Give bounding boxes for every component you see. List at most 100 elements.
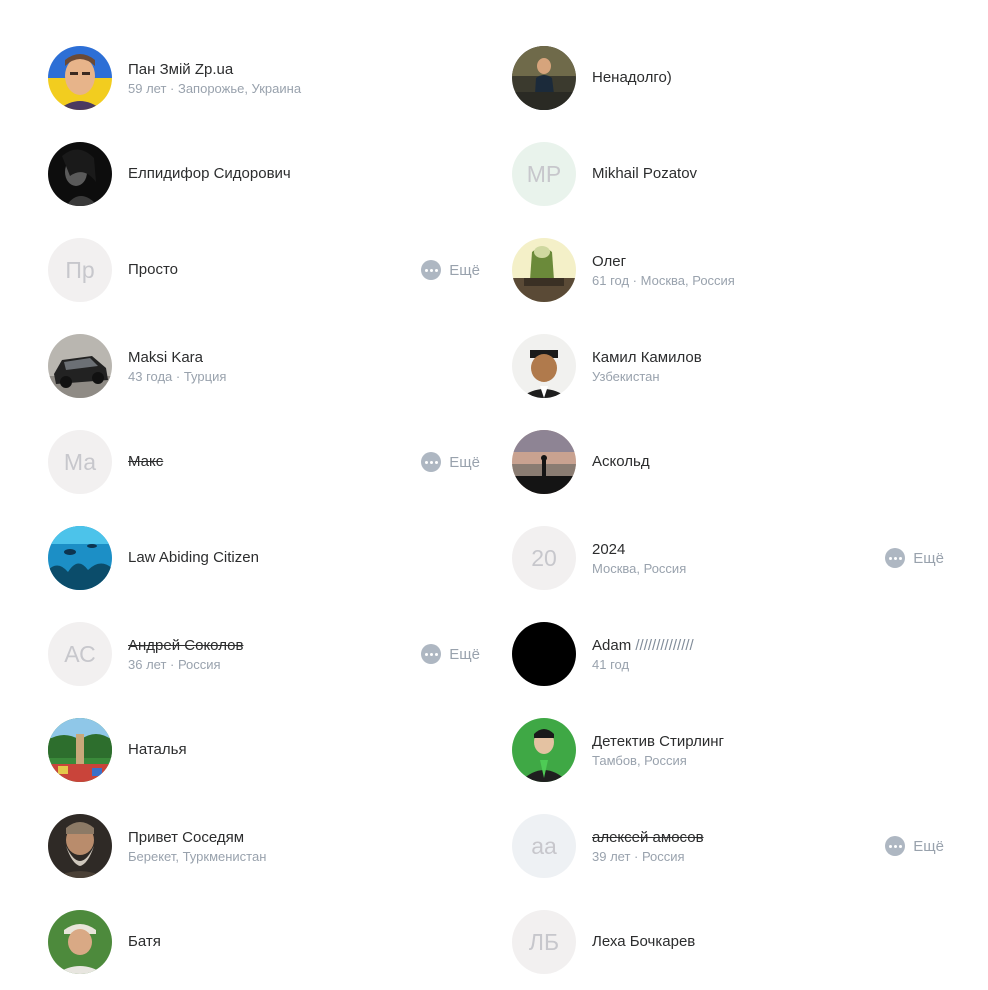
friend-name[interactable]: Елпидифор Сидорович — [128, 164, 291, 184]
friend-info: Law Abiding Citizen — [128, 548, 259, 568]
friend-row[interactable]: Ма Макс Ещё — [48, 414, 480, 510]
friend-info: Макс — [128, 452, 163, 472]
photo-man-outdoors-icon — [48, 910, 112, 974]
friend-name[interactable]: Привет Соседям — [128, 828, 266, 848]
more-label: Ещё — [449, 261, 480, 279]
friend-row[interactable]: ЛБ Леха Бочкарев — [512, 894, 944, 990]
friend-name[interactable]: Детектив Стирлинг — [592, 732, 724, 752]
friend-info: Андрей Соколов 36 лет · Россия — [128, 636, 243, 673]
friend-name-main: Adam — [592, 636, 632, 654]
friend-name[interactable]: Камил Камилов — [592, 348, 702, 368]
friend-name[interactable]: Олег — [592, 252, 735, 272]
avatar[interactable] — [48, 142, 112, 206]
more-button[interactable]: Ещё — [885, 836, 944, 856]
friend-row[interactable]: АС Андрей Соколов 36 лет · Россия Ещё — [48, 606, 480, 702]
avatar[interactable] — [48, 910, 112, 974]
photo-sunset-beach-icon — [512, 430, 576, 494]
friend-name[interactable]: Просто — [128, 260, 178, 280]
friend-name[interactable]: Макс — [128, 452, 163, 472]
avatar-initials[interactable]: Пр — [48, 238, 112, 302]
friend-name[interactable]: Наталья — [128, 740, 187, 760]
friend-row[interactable]: аа алексей амосов 39 лет · Россия Ещё — [512, 798, 944, 894]
friend-info: Mikhail Pozatov — [592, 164, 697, 184]
avatar[interactable] — [512, 622, 576, 686]
friend-info: Олег 61 год · Москва, Россия — [592, 252, 735, 289]
more-label: Ещё — [913, 549, 944, 567]
friend-info: Adam ////////////// 41 год — [592, 636, 694, 673]
friend-name[interactable]: Пан Змій Zp.ua — [128, 60, 301, 80]
friend-row[interactable]: Камил Камилов Узбекистан — [512, 318, 944, 414]
friend-name[interactable]: Андрей Соколов — [128, 636, 243, 656]
more-button[interactable]: Ещё — [885, 548, 944, 568]
friend-name[interactable]: Adam ////////////// — [592, 636, 694, 656]
photo-jungle-icon — [48, 718, 112, 782]
avatar-initials[interactable]: 20 — [512, 526, 576, 590]
avatar[interactable] — [48, 718, 112, 782]
avatar[interactable] — [48, 814, 112, 878]
photo-black-icon — [512, 622, 576, 686]
friend-row[interactable]: Наталья — [48, 702, 480, 798]
more-button[interactable]: Ещё — [421, 260, 480, 280]
friend-name[interactable]: Аскольд — [592, 452, 650, 472]
friend-info: Батя — [128, 932, 161, 952]
friend-info: Пан Змій Zp.ua 59 лет · Запорожье, Украи… — [128, 60, 301, 97]
friend-row[interactable]: Елпидифор Сидорович — [48, 126, 480, 222]
avatar-initials[interactable]: АС — [48, 622, 112, 686]
avatar[interactable] — [48, 46, 112, 110]
friend-row[interactable]: MP Mikhail Pozatov — [512, 126, 944, 222]
friend-name[interactable]: 2024 — [592, 540, 686, 560]
friend-row[interactable]: Детектив Стирлинг Тамбов, Россия — [512, 702, 944, 798]
more-dots-icon — [421, 260, 442, 280]
friend-info: Детектив Стирлинг Тамбов, Россия — [592, 732, 724, 769]
friend-row[interactable]: Привет Соседям Берекет, Туркменистан — [48, 798, 480, 894]
friend-row[interactable]: Ненадолго) — [512, 30, 944, 126]
photo-woman-sitting-icon — [512, 46, 576, 110]
avatar-initials[interactable]: MP — [512, 142, 576, 206]
friend-details: 39 лет · Россия — [592, 848, 685, 864]
friend-details: 59 лет · Запорожье, Украина — [128, 80, 302, 96]
friend-row[interactable]: Law Abiding Citizen — [48, 510, 480, 606]
friend-row[interactable]: Пр Просто Ещё — [48, 222, 480, 318]
photo-man-hat-icon — [512, 334, 576, 398]
avatar[interactable] — [512, 430, 576, 494]
avatar[interactable] — [48, 334, 112, 398]
friend-info: Леха Бочкарев — [592, 932, 695, 952]
avatar[interactable] — [512, 238, 576, 302]
friend-row[interactable]: 20 2024 Москва, Россия Ещё — [512, 510, 944, 606]
friend-name[interactable]: Леха Бочкарев — [592, 932, 695, 952]
friend-name[interactable]: Ненадолго) — [592, 68, 672, 88]
avatar[interactable] — [512, 718, 576, 782]
photo-man-green-suit-icon — [512, 718, 576, 782]
friend-row[interactable]: Adam ////////////// 41 год — [512, 606, 944, 702]
friend-row[interactable]: Maksi Kara 43 года · Турция — [48, 318, 480, 414]
more-dots-icon — [421, 644, 442, 664]
friend-name[interactable]: Maksi Kara — [128, 348, 226, 368]
friend-name[interactable]: Mikhail Pozatov — [592, 164, 697, 184]
friend-row[interactable]: Батя — [48, 894, 480, 990]
avatar-initials[interactable]: ЛБ — [512, 910, 576, 974]
photo-statue-icon — [512, 238, 576, 302]
more-label: Ещё — [913, 837, 944, 855]
friend-details: 61 год · Москва, Россия — [592, 272, 735, 288]
friend-details: Узбекистан — [592, 368, 660, 384]
friend-info: Maksi Kara 43 года · Турция — [128, 348, 226, 385]
friend-row[interactable]: Пан Змій Zp.ua 59 лет · Запорожье, Украи… — [48, 30, 480, 126]
photo-bearded-man-icon — [48, 814, 112, 878]
photo-bw-portrait-icon — [48, 142, 112, 206]
more-dots-icon — [885, 548, 906, 568]
avatar-initials[interactable]: аа — [512, 814, 576, 878]
friend-row[interactable]: Олег 61 год · Москва, Россия — [512, 222, 944, 318]
friend-info: алексей амосов 39 лет · Россия — [592, 828, 704, 865]
friend-name[interactable]: Law Abiding Citizen — [128, 548, 259, 568]
more-button[interactable]: Ещё — [421, 644, 480, 664]
photo-man-flag-icon — [48, 46, 112, 110]
friend-info: Просто — [128, 260, 178, 280]
avatar[interactable] — [48, 526, 112, 590]
friend-name[interactable]: Батя — [128, 932, 161, 952]
avatar-initials[interactable]: Ма — [48, 430, 112, 494]
friend-name[interactable]: алексей амосов — [592, 828, 704, 848]
avatar[interactable] — [512, 334, 576, 398]
more-button[interactable]: Ещё — [421, 452, 480, 472]
friend-row[interactable]: Аскольд — [512, 414, 944, 510]
avatar[interactable] — [512, 46, 576, 110]
